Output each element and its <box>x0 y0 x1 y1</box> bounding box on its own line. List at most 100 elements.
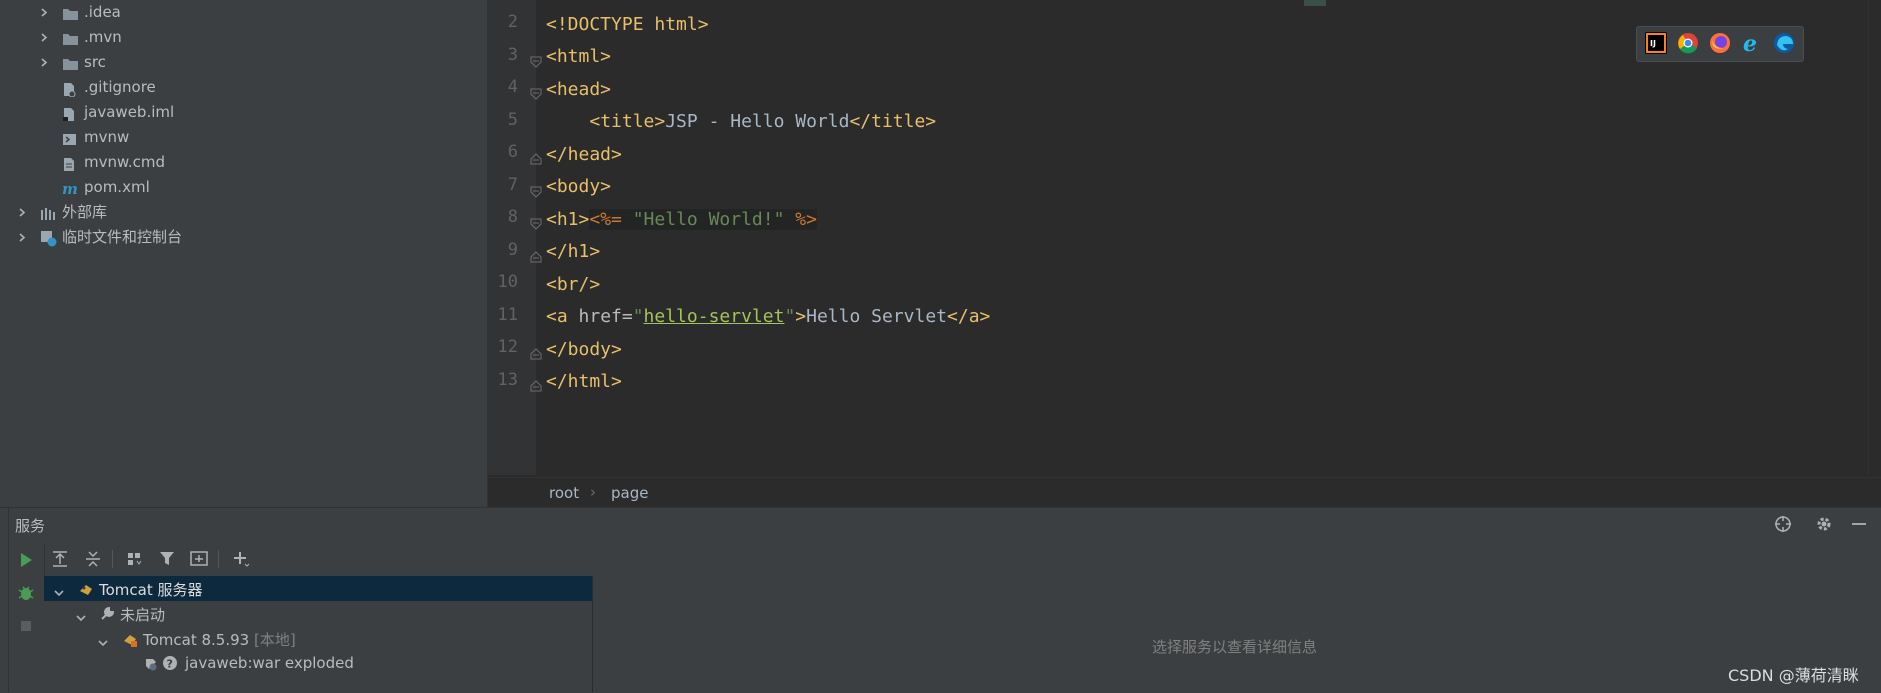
code-line[interactable]: <br/> <box>546 270 600 300</box>
svg-text:m: m <box>62 181 78 196</box>
code-line[interactable]: </head> <box>546 140 622 170</box>
expand-all-icon[interactable] <box>50 549 70 569</box>
tree-item-label: .gitignore <box>84 78 156 96</box>
code-token: </head> <box>546 144 622 165</box>
code-line[interactable]: <head> <box>546 75 611 105</box>
fold-open-icon[interactable] <box>530 215 542 230</box>
firefox-icon[interactable] <box>1709 32 1731 54</box>
filter-icon[interactable] <box>158 549 178 569</box>
run-icon[interactable] <box>16 550 36 570</box>
breadcrumb: root › page <box>488 477 1881 508</box>
toolbar-divider <box>112 550 113 568</box>
chrome-icon[interactable] <box>1677 32 1699 54</box>
tree-item-gitignore[interactable]: .gitignore <box>62 75 478 100</box>
code-token: <body> <box>546 176 612 197</box>
library-icon <box>40 205 57 220</box>
code-token: <!DOCTYPE html> <box>546 14 709 35</box>
stop-icon[interactable] <box>16 616 36 636</box>
unknown-status-icon: ? <box>162 655 178 675</box>
code-line[interactable]: </body> <box>546 335 622 365</box>
tree-item-label: javaweb.iml <box>84 103 175 121</box>
line-number: 11 <box>497 305 518 325</box>
code-line[interactable]: </html> <box>546 367 622 397</box>
target-icon[interactable] <box>1773 514 1793 534</box>
code-token: <title> <box>589 111 666 132</box>
tree-item-label: pom.xml <box>84 178 150 196</box>
chevron-right-icon[interactable] <box>40 58 49 67</box>
code-token: <br/> <box>546 274 601 295</box>
code-token: </title> <box>849 111 937 132</box>
breadcrumb-page[interactable]: page <box>611 484 648 502</box>
text-file-icon <box>62 155 76 171</box>
line-number: 13 <box>497 370 518 390</box>
tree-item-iml[interactable]: javaweb.iml <box>62 100 478 125</box>
tree-item-mvnw[interactable]: mvnw <box>62 125 478 150</box>
debug-icon[interactable] <box>16 583 36 603</box>
services-tree-item-tomcat-8593[interactable]: Tomcat 8.5.93 [本地] <box>44 626 592 651</box>
code-line[interactable]: <body> <box>546 172 611 202</box>
services-tree-item-tomcat-server[interactable]: Tomcat 服务器 <box>44 576 592 601</box>
edge-icon[interactable] <box>1773 32 1795 54</box>
tree-item-label: .idea <box>84 3 121 21</box>
detail-placeholder-text: 选择服务以查看详细信息 <box>1152 638 1318 656</box>
tree-item-label: src <box>84 53 106 71</box>
collapse-all-icon[interactable] <box>83 549 103 569</box>
code-editor[interactable] <box>488 0 1881 475</box>
code-token: " <box>784 306 796 327</box>
editor-scrollbar[interactable] <box>1868 0 1879 475</box>
services-tree-item-not-started[interactable]: 未启动 <box>44 601 592 626</box>
services-tree-label: 未启动 <box>120 606 166 624</box>
code-line[interactable]: <h1><%= "Hello World!" %> <box>546 205 817 235</box>
tomcat-icon <box>122 631 138 651</box>
services-tree-label: Tomcat 8.5.93 [本地] <box>143 629 296 650</box>
add-icon[interactable] <box>231 549 251 569</box>
fold-open-icon[interactable] <box>530 183 542 198</box>
ie-icon[interactable]: e <box>1741 31 1763 57</box>
tree-item-label: .mvn <box>84 28 122 46</box>
chevron-right-icon[interactable] <box>18 233 27 242</box>
gitignore-file-icon <box>62 80 76 98</box>
chevron-right-icon[interactable] <box>18 208 27 217</box>
script-file-icon <box>62 130 76 145</box>
code-line[interactable]: </h1> <box>546 237 600 267</box>
code-line[interactable]: <!DOCTYPE html> <box>546 10 709 40</box>
tree-item-mvnw-cmd[interactable]: mvnw.cmd <box>62 150 478 175</box>
gear-icon[interactable] <box>1814 514 1834 534</box>
intellij-icon[interactable]: IJ <box>1645 32 1667 54</box>
chevron-right-icon[interactable] <box>40 33 49 42</box>
code-line[interactable]: <html> <box>546 42 611 72</box>
tree-item-scratches[interactable]: 临时文件和控制台 <box>16 225 478 250</box>
chevron-right-icon[interactable] <box>40 8 49 17</box>
tree-item-mvn[interactable]: .mvn <box>38 25 478 50</box>
code-link[interactable]: hello-servlet <box>644 306 785 327</box>
line-number: 5 <box>507 110 518 130</box>
code-line[interactable]: <title>JSP - Hello World</title> <box>546 107 936 137</box>
breadcrumb-root[interactable]: root <box>549 484 579 502</box>
minimize-icon[interactable] <box>1849 514 1869 534</box>
breadcrumb-separator: › <box>590 483 596 501</box>
services-title: 服务 <box>15 517 46 535</box>
fold-close-icon[interactable] <box>530 345 542 360</box>
line-number: 10 <box>497 272 518 292</box>
tree-item-idea[interactable]: .idea <box>38 0 478 25</box>
services-tree-item-artifact[interactable]: ? javaweb:war exploded <box>44 651 592 676</box>
code-line[interactable]: <a href="hello-servlet">Hello Servlet</a… <box>546 302 990 332</box>
new-tab-icon[interactable] <box>189 549 209 569</box>
line-number: 9 <box>507 240 518 260</box>
fold-close-icon[interactable] <box>530 248 542 263</box>
tree-item-pom[interactable]: m pom.xml <box>62 175 478 200</box>
services-detail-area: 选择服务以查看详细信息 <box>593 544 1881 692</box>
fold-close-icon[interactable] <box>530 377 542 392</box>
fold-open-icon[interactable] <box>530 85 542 100</box>
fold-close-icon[interactable] <box>530 150 542 165</box>
code-token: <a <box>546 306 579 327</box>
group-by-icon[interactable] <box>125 549 145 569</box>
tree-item-external-libraries[interactable]: 外部库 <box>16 200 478 225</box>
code-token: "Hello World!" <box>632 209 785 230</box>
code-token: JSP - Hello World <box>665 111 850 132</box>
fold-open-icon[interactable] <box>530 53 542 68</box>
code-token: href= <box>578 306 633 327</box>
editor-gutter <box>488 0 536 475</box>
watermark: CSDN @薄荷清眯 <box>1728 666 1859 685</box>
tree-item-src[interactable]: src <box>38 50 478 75</box>
